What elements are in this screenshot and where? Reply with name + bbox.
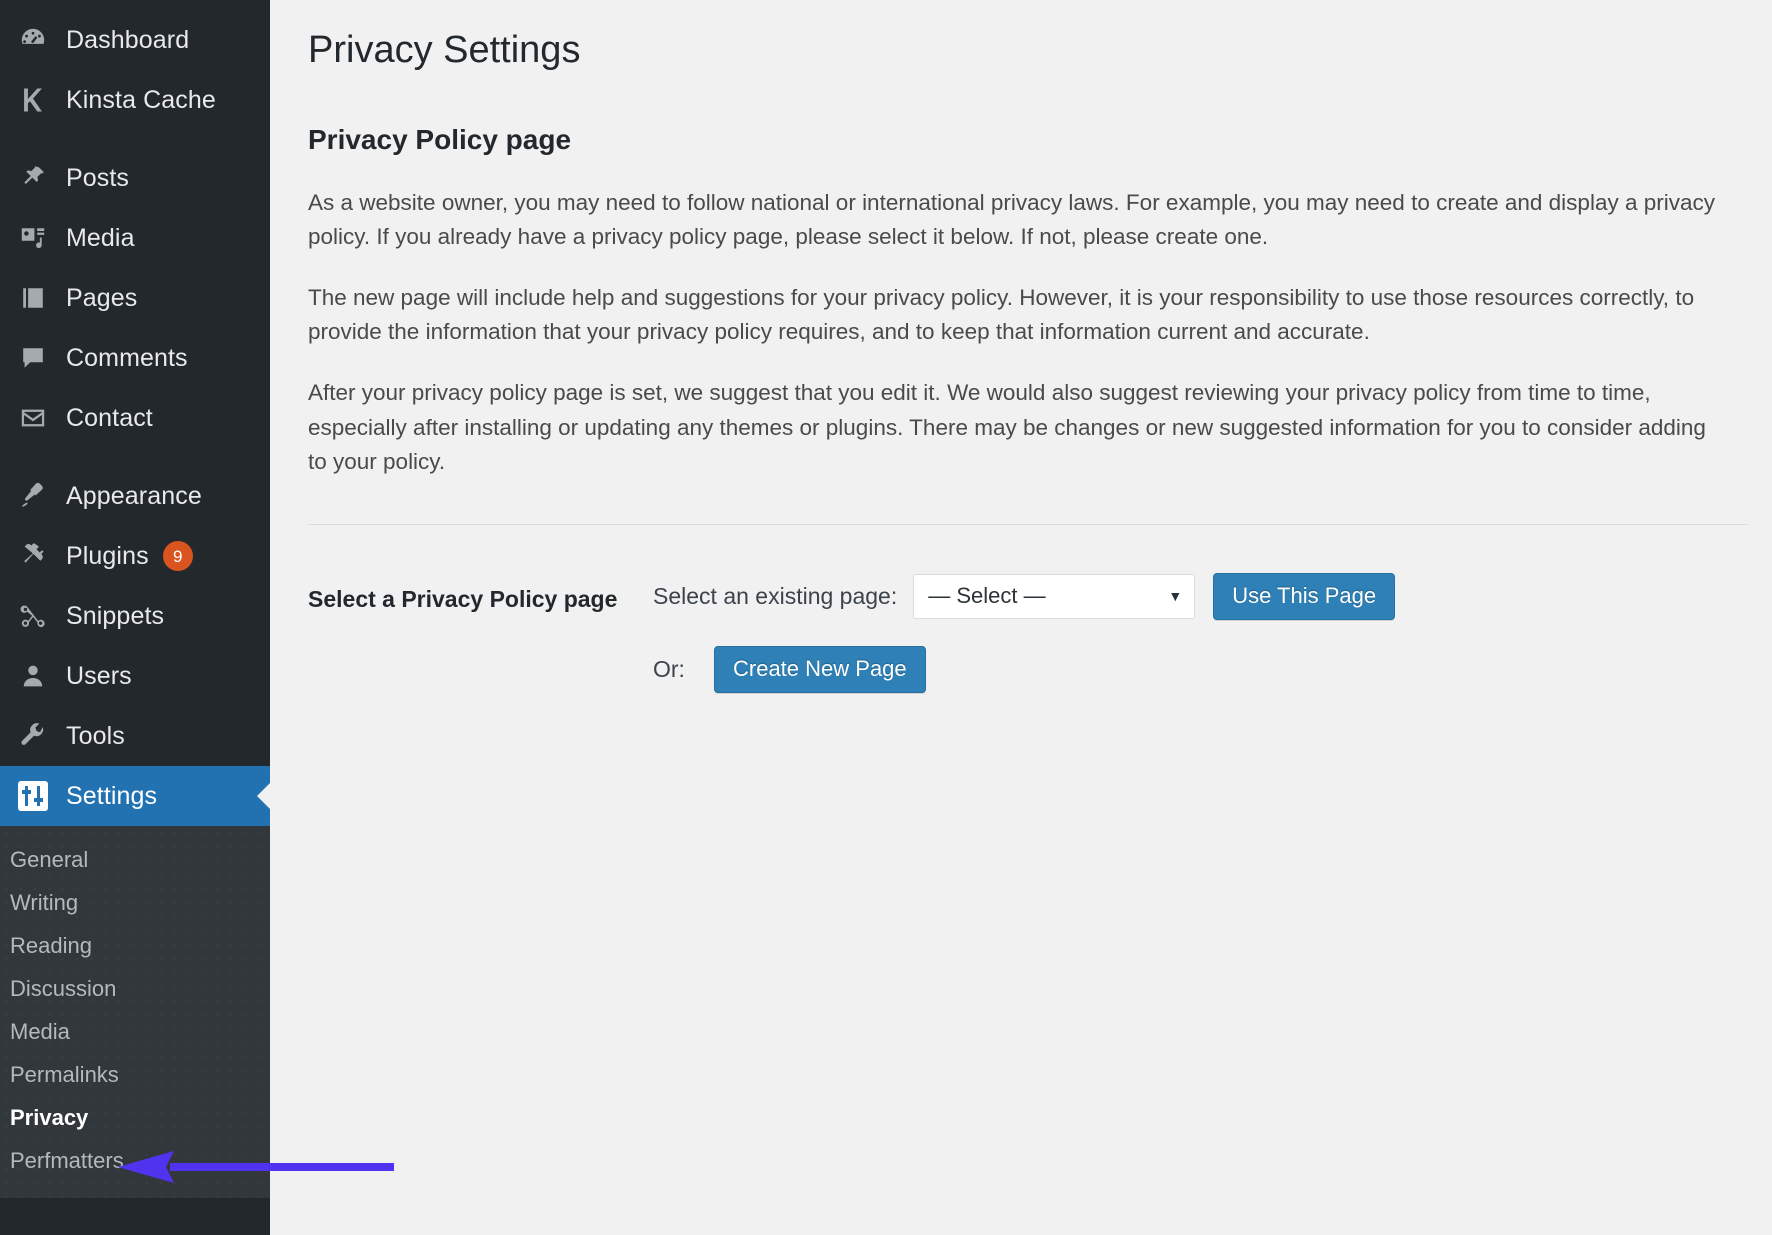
main-content: Privacy Settings Privacy Policy page As … <box>270 0 1772 1235</box>
chevron-down-icon: ▼ <box>1168 589 1182 603</box>
sidebar-item-comments[interactable]: Comments <box>0 328 270 388</box>
settings-sliders-icon <box>10 781 56 811</box>
submenu-item-label: Discussion <box>10 978 116 1000</box>
sidebar-item-label: Comments <box>66 346 188 371</box>
sidebar-item-tools[interactable]: Tools <box>0 706 270 766</box>
section-divider <box>308 524 1748 525</box>
select-privacy-policy-row: Select a Privacy Policy page Select an e… <box>308 573 1740 693</box>
paintbrush-icon <box>10 482 56 510</box>
form-row-fields: Select an existing page: — Select — ▼ Us… <box>653 573 1395 693</box>
sidebar-item-kinsta-cache[interactable]: Kinsta Cache <box>0 70 270 130</box>
submenu-item-discussion[interactable]: Discussion <box>0 967 270 1010</box>
sidebar-item-label: Pages <box>66 286 137 311</box>
submenu-item-media[interactable]: Media <box>0 1010 270 1053</box>
comment-bubble-icon <box>10 344 56 372</box>
section-heading: Privacy Policy page <box>308 124 1740 156</box>
sidebar-item-label: Snippets <box>66 604 164 629</box>
form-row-label: Select a Privacy Policy page <box>308 573 653 615</box>
sidebar-item-label: Contact <box>66 406 153 431</box>
kinsta-k-icon <box>10 86 56 114</box>
sidebar-item-label: Settings <box>66 784 157 809</box>
existing-page-label: Select an existing page: <box>653 583 897 610</box>
sidebar-item-dashboard[interactable]: Dashboard <box>0 10 270 70</box>
settings-submenu: General Writing Reading Discussion Media… <box>0 826 270 1198</box>
privacy-policy-form: Select a Privacy Policy page Select an e… <box>308 573 1740 693</box>
sidebar-separator <box>0 130 270 148</box>
create-page-line: Or: Create New Page <box>653 646 1395 693</box>
submenu-item-reading[interactable]: Reading <box>0 924 270 967</box>
sidebar-item-posts[interactable]: Posts <box>0 148 270 208</box>
sidebar-item-label: Kinsta Cache <box>66 88 216 113</box>
sidebar-item-label: Posts <box>66 166 129 191</box>
existing-page-select[interactable]: — Select — ▼ <box>913 574 1195 619</box>
sidebar-item-label: Plugins <box>66 544 149 569</box>
intro-paragraph-1: As a website owner, you may need to foll… <box>308 186 1728 254</box>
sidebar-item-settings[interactable]: Settings <box>0 766 270 826</box>
submenu-item-label: Reading <box>10 935 92 957</box>
plug-icon <box>10 542 56 570</box>
submenu-item-label: Media <box>10 1021 70 1043</box>
pin-icon <box>10 164 56 192</box>
sidebar-item-plugins[interactable]: Plugins 9 <box>0 526 270 586</box>
sidebar-item-pages[interactable]: Pages <box>0 268 270 328</box>
dashboard-icon <box>10 26 56 54</box>
wordpress-admin-screen: Dashboard Kinsta Cache Posts Media <box>0 0 1772 1235</box>
user-icon <box>10 662 56 690</box>
sidebar-item-snippets[interactable]: Snippets <box>0 586 270 646</box>
sidebar-separator <box>0 448 270 466</box>
sidebar-item-appearance[interactable]: Appearance <box>0 466 270 526</box>
sidebar-item-media[interactable]: Media <box>0 208 270 268</box>
sidebar-item-label: Appearance <box>66 484 202 509</box>
scissors-icon <box>10 602 56 630</box>
plugins-update-badge: 9 <box>163 541 193 571</box>
submenu-item-perfmatters[interactable]: Perfmatters <box>0 1139 270 1182</box>
submenu-item-label: Perfmatters <box>10 1150 124 1172</box>
intro-paragraph-3: After your privacy policy page is set, w… <box>308 376 1728 479</box>
submenu-item-permalinks[interactable]: Permalinks <box>0 1053 270 1096</box>
sidebar-item-users[interactable]: Users <box>0 646 270 706</box>
sidebar-item-label: Dashboard <box>66 28 189 53</box>
existing-page-select-value: — Select — <box>928 583 1045 609</box>
sidebar-item-label: Media <box>66 226 135 251</box>
page-title: Privacy Settings <box>308 28 1740 74</box>
existing-page-line: Select an existing page: — Select — ▼ Us… <box>653 573 1395 620</box>
submenu-item-label: General <box>10 849 88 871</box>
submenu-item-general[interactable]: General <box>0 838 270 881</box>
intro-paragraph-2: The new page will include help and sugge… <box>308 281 1728 349</box>
pages-icon <box>10 284 56 312</box>
sidebar-item-contact[interactable]: Contact <box>0 388 270 448</box>
or-label: Or: <box>653 656 698 683</box>
submenu-item-label: Privacy <box>10 1107 88 1129</box>
submenu-item-label: Permalinks <box>10 1064 119 1086</box>
admin-sidebar: Dashboard Kinsta Cache Posts Media <box>0 0 270 1235</box>
sidebar-item-label: Tools <box>66 724 125 749</box>
submenu-item-privacy[interactable]: Privacy <box>0 1096 270 1139</box>
media-icon <box>10 224 56 252</box>
wrench-icon <box>10 722 56 750</box>
envelope-icon <box>10 404 56 432</box>
submenu-item-label: Writing <box>10 892 78 914</box>
submenu-item-writing[interactable]: Writing <box>0 881 270 924</box>
sidebar-item-label: Users <box>66 664 132 689</box>
create-new-page-button[interactable]: Create New Page <box>714 646 926 693</box>
use-this-page-button[interactable]: Use This Page <box>1213 573 1395 620</box>
